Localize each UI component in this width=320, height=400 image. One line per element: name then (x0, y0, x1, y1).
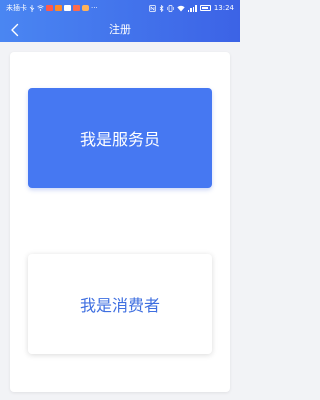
usb-icon (29, 4, 35, 12)
wifi-small-icon (37, 5, 44, 11)
vibrate-icon (167, 4, 174, 12)
status-bar: 未插卡 ··· 13:24 (0, 0, 240, 16)
message-notification-icon (64, 5, 71, 11)
consumer-role-button[interactable]: 我是消费者 (28, 254, 212, 354)
app-notification-avatar-icon (82, 5, 89, 11)
battery-icon (199, 5, 211, 11)
bluetooth-icon (159, 4, 164, 12)
notification-icons: ··· (29, 0, 98, 16)
nfc-icon (148, 4, 156, 12)
wifi-icon (177, 5, 185, 11)
app-notification-red-icon (46, 5, 53, 11)
page-title: 注册 (109, 23, 131, 36)
app-notification-orange-icon (55, 5, 62, 11)
role-selection-panel: 我是服务员 我是消费者 (10, 52, 230, 392)
chevron-left-icon (11, 23, 19, 37)
waiter-role-button[interactable]: 我是服务员 (28, 88, 212, 188)
more-notifications: ··· (91, 4, 98, 12)
signal-icon (187, 4, 197, 12)
clock-text: 13:24 (213, 4, 234, 12)
consumer-role-label: 我是消费者 (79, 296, 160, 315)
status-right: 13:24 (148, 0, 234, 16)
back-button[interactable] (4, 18, 26, 42)
app-header: 未插卡 ··· 13:24 注册 (0, 0, 240, 42)
status-left: 未插卡 ··· (6, 0, 98, 16)
nav-bar: 注册 (0, 18, 240, 42)
app-notification-gift-icon (73, 5, 80, 11)
waiter-role-label: 我是服务员 (79, 130, 160, 149)
carrier-text: 未插卡 (6, 4, 27, 12)
